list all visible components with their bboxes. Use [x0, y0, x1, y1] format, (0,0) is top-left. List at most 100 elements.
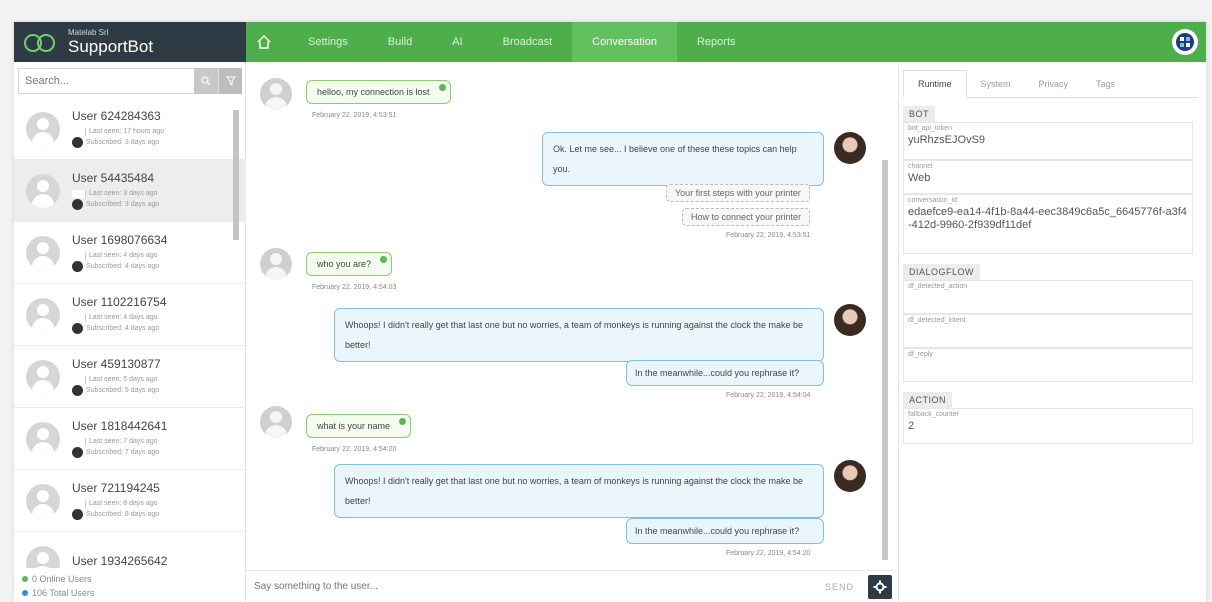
user-avatar [26, 235, 60, 270]
user-list-item[interactable]: User 1934265642 [14, 532, 246, 568]
field-conversation-id: conversation_id edaefce9-ea14-4f1b-8a44-… [903, 194, 1193, 254]
search-input[interactable] [18, 68, 194, 94]
app-window: Matelab Srl SupportBot Settings Build AI… [14, 22, 1206, 602]
user-name: User 1102216754 [72, 295, 167, 309]
user-avatar [26, 545, 60, 568]
gear-icon[interactable] [868, 574, 892, 599]
user-last-seen: Last seen: 4 days ago [89, 314, 158, 321]
user-last-seen: Last seen: 4 days ago [89, 252, 158, 259]
brand: Matelab Srl SupportBot [14, 22, 246, 62]
agent-message: In the meanwhile...could you rephrase it… [626, 360, 824, 386]
message-composer: SEND [246, 570, 896, 602]
bot-status-icon [438, 84, 446, 91]
nav-broadcast[interactable]: Broadcast [483, 22, 573, 62]
globe-icon [72, 261, 83, 272]
tab-system[interactable]: System [967, 70, 1025, 98]
message-timestamp: February 22, 2019, 4:54:20 [312, 446, 397, 453]
send-button[interactable]: SEND [811, 582, 868, 592]
account-avatar[interactable] [1172, 29, 1198, 55]
user-subscribed: Subscribed: 3 days ago [86, 201, 160, 208]
user-list-item[interactable]: User 459130877 Last seen: 5 days ago Sub… [14, 346, 246, 408]
user-name: User 54435484 [72, 171, 155, 185]
message-text: Whoops! I didn't really get that last on… [345, 320, 803, 350]
agent-message: Ok. Let me see... I believe one of these… [542, 132, 824, 186]
globe-icon [72, 385, 83, 396]
field-value: yuRhzsEJOvS9 [908, 134, 986, 146]
search-bar [18, 68, 242, 94]
globe-icon [72, 447, 83, 458]
tab-tags[interactable]: Tags [1082, 70, 1129, 98]
message-timestamp: February 22, 2019, 4:53:51 [312, 112, 397, 119]
user-avatar [260, 78, 292, 110]
suggestion-chip[interactable]: Your first steps with your printer [666, 184, 810, 202]
tab-privacy[interactable]: Privacy [1025, 70, 1083, 98]
message-text: Ok. Let me see... I believe one of these… [553, 144, 797, 174]
brand-company: Matelab Srl [68, 28, 109, 37]
field-channel: channel Web [903, 160, 1193, 194]
user-list-item[interactable]: User 1102216754 Last seen: 4 days ago Su… [14, 284, 246, 346]
nav-build[interactable]: Build [368, 22, 432, 62]
user-name: User 1818442641 [72, 419, 168, 433]
online-users-count: 0 Online Users [32, 574, 92, 584]
message-text: what is your name [317, 421, 391, 431]
home-icon[interactable] [252, 22, 276, 62]
user-list-item[interactable]: User 1818442641 Last seen: 7 days ago Su… [14, 408, 246, 470]
online-dot-icon [22, 576, 28, 582]
user-list-item[interactable]: User 1698076634 Last seen: 4 days ago Su… [14, 222, 246, 284]
user-last-seen: Last seen: 3 days ago [89, 190, 158, 197]
user-avatar [260, 406, 292, 438]
bot-status-icon [380, 256, 388, 263]
field-label: df_detected_intent [908, 317, 966, 324]
message-text: Whoops! I didn't really get that last on… [345, 476, 803, 506]
field-label: bot_api_token [908, 125, 952, 132]
field-df-detected-action: df_detected_action [903, 280, 1193, 314]
nav-settings[interactable]: Settings [288, 22, 368, 62]
brand-logo-icon [24, 32, 60, 52]
user-avatar [26, 173, 60, 208]
field-value: edaefce9-ea14-4f1b-8a44-eec3849c6a5c_664… [908, 206, 1187, 231]
agent-avatar [834, 132, 866, 164]
nav-reports[interactable]: Reports [677, 22, 756, 62]
nav-conversation[interactable]: Conversation [572, 22, 677, 62]
field-fallback-counter: fallback_counter 2 [903, 408, 1193, 444]
message-timestamp: February 22, 2019, 4:54:03 [312, 284, 397, 291]
bot-status-icon [399, 418, 407, 425]
globe-icon [72, 199, 83, 210]
section-dialogflow-title: DIALOGFLOW [903, 264, 981, 280]
message-text: In the meanwhile...could you rephrase it… [635, 368, 800, 378]
filter-icon[interactable] [218, 68, 242, 94]
user-message: who you are? [306, 252, 393, 276]
user-message: what is your name [306, 414, 412, 438]
user-last-seen: Last seen: 17 hours ago [89, 128, 165, 135]
user-list-scrollbar[interactable] [232, 98, 240, 568]
user-list-item[interactable]: User 624284363 Last seen: 17 hours ago S… [14, 98, 246, 160]
user-list-item[interactable]: User 721194245 Last seen: 8 days ago Sub… [14, 470, 246, 532]
field-label: fallback_counter [908, 411, 959, 418]
section-bot-title: BOT [903, 106, 936, 122]
user-name: User 1934265642 [72, 554, 168, 568]
user-subscribed: Subscribed: 3 days ago [86, 139, 160, 146]
user-list-item[interactable]: User 54435484 Last seen: 3 days ago Subs… [14, 160, 246, 222]
user-avatar [260, 248, 292, 280]
message-timestamp: February 22, 2019, 4:54:04 [726, 392, 811, 399]
message-timestamp: February 22, 2019, 4:53:51 [726, 232, 811, 239]
user-message: helloo, my connection is lost [306, 80, 451, 104]
nav-ai[interactable]: AI [432, 22, 482, 62]
message-timestamp: February 22, 2019, 4:54:20 [726, 550, 811, 557]
tab-runtime[interactable]: Runtime [903, 70, 967, 98]
agent-avatar [834, 304, 866, 336]
user-stats: 0 Online Users 106 Total Users [22, 572, 94, 600]
user-list: User 624284363 Last seen: 17 hours ago S… [14, 98, 246, 568]
chat-scrollbar[interactable] [880, 68, 890, 572]
user-last-seen: Last seen: 7 days ago [89, 438, 158, 445]
suggestion-chip[interactable]: How to connect your printer [682, 208, 811, 226]
section-action-title: ACTION [903, 392, 953, 408]
search-icon[interactable] [194, 68, 218, 94]
user-name: User 721194245 [72, 481, 160, 495]
globe-icon [72, 323, 83, 334]
message-text: who you are? [317, 259, 372, 269]
agent-message: Whoops! I didn't really get that last on… [334, 308, 824, 362]
user-last-seen: Last seen: 8 days ago [89, 500, 158, 507]
message-input[interactable] [246, 571, 811, 602]
agent-avatar [834, 460, 866, 492]
